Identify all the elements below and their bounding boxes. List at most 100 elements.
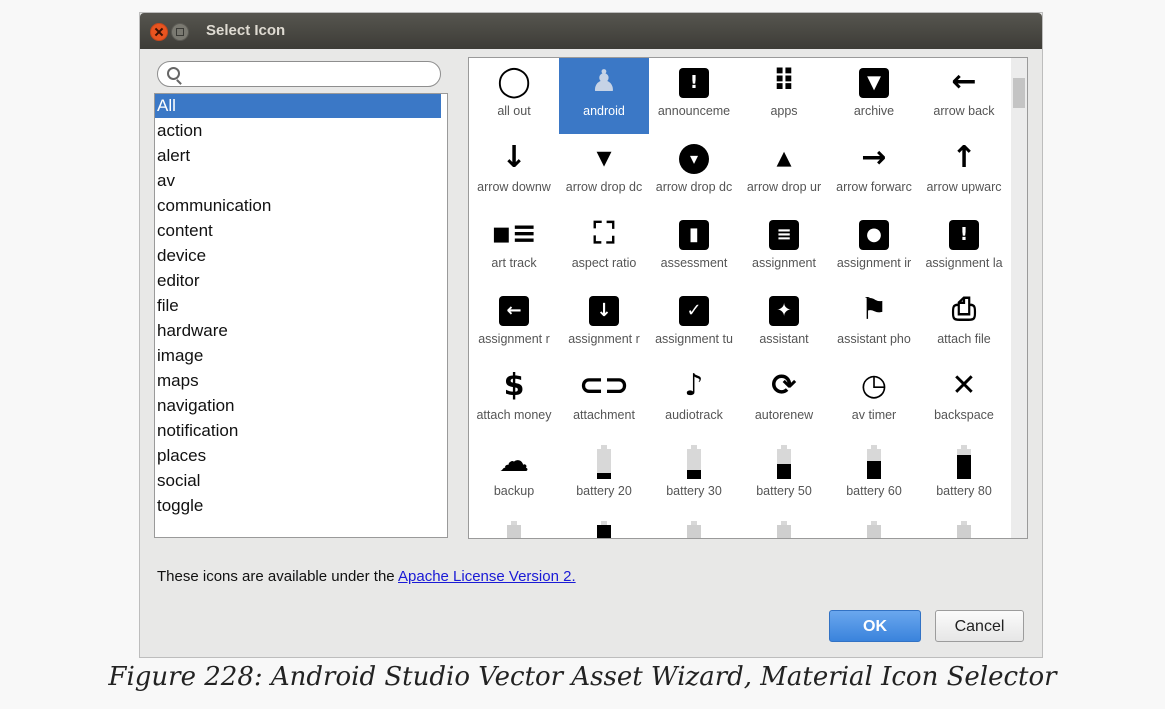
scrollbar-thumb[interactable] xyxy=(1013,78,1025,108)
icon-cell[interactable]: ▾ arrow drop dc xyxy=(649,134,739,210)
icon-label: all out xyxy=(497,104,531,118)
icon-label: arrow upwarc xyxy=(926,180,1002,194)
icon-label: arrow drop dc xyxy=(655,180,733,194)
icon-cell[interactable]: ▼ archive xyxy=(829,58,919,134)
category-item[interactable]: file xyxy=(155,294,441,318)
icon-grid-scrollbar[interactable] xyxy=(1011,58,1027,538)
icon-cell[interactable]: ! assignment la xyxy=(919,210,1009,286)
category-item[interactable]: editor xyxy=(155,269,441,293)
minimize-window-button[interactable] xyxy=(171,23,189,41)
category-item[interactable]: All xyxy=(155,94,441,118)
assignment-return-icon: ← xyxy=(469,292,559,328)
arrow-upward-icon: ↑ xyxy=(951,140,977,175)
icon-cell[interactable]: ☁ backup xyxy=(469,438,559,514)
icon-cell[interactable] xyxy=(469,514,559,538)
category-item[interactable]: device xyxy=(155,244,441,268)
icon-cell[interactable]: ⛶ aspect ratio xyxy=(559,210,649,286)
icon-cell[interactable]: ⎙ attach file xyxy=(919,286,1009,362)
icon-label: assessment xyxy=(660,256,728,270)
icon-cell[interactable] xyxy=(559,514,649,538)
category-item[interactable]: social xyxy=(155,469,441,493)
arrow-back-icon: ← xyxy=(951,64,977,99)
icon-cell[interactable]: ▴ arrow drop ur xyxy=(739,134,829,210)
apache-license-link[interactable]: Apache License Version 2. xyxy=(398,568,576,585)
icon-cell[interactable]: ▾ arrow drop dc xyxy=(559,134,649,210)
icon-label: av timer xyxy=(851,408,897,422)
icon-cell[interactable]: ← assignment r xyxy=(469,286,559,362)
icon-cell[interactable]: ! announceme xyxy=(649,58,739,134)
arrow-drop-down-circle-icon: ▾ xyxy=(649,140,739,176)
icon-cell[interactable]: ↑ arrow upwarc xyxy=(919,134,1009,210)
assessment-icon: ▮ xyxy=(649,216,739,252)
icon-cell[interactable]: ≡ assignment xyxy=(739,210,829,286)
icon-cell[interactable]: battery 60 xyxy=(829,438,919,514)
icon-cell[interactable]: battery 80 xyxy=(919,438,1009,514)
category-item[interactable]: action xyxy=(155,119,441,143)
category-item[interactable]: av xyxy=(155,169,441,193)
icon-cell[interactable] xyxy=(829,514,919,538)
icon-cell[interactable]: ✕ backspace xyxy=(919,362,1009,438)
icon-cell[interactable] xyxy=(739,514,829,538)
icon-cell[interactable]: ↓ assignment r xyxy=(559,286,649,362)
backup-icon: ☁ xyxy=(499,444,529,479)
icon-cell[interactable]: battery 50 xyxy=(739,438,829,514)
icon-cell[interactable]: ▮ assessment xyxy=(649,210,739,286)
ok-button[interactable]: OK xyxy=(829,610,921,642)
icon-cell[interactable] xyxy=(649,514,739,538)
apps-icon: ⠿ xyxy=(772,64,796,99)
icon-label: assistant pho xyxy=(837,332,911,346)
icon-label: arrow forwarc xyxy=(836,180,912,194)
archive-icon: ▼ xyxy=(829,64,919,100)
icon-cell[interactable]: → arrow forwarc xyxy=(829,134,919,210)
icon-cell[interactable]: ⊂⊃ attachment xyxy=(559,362,649,438)
category-item[interactable]: communication xyxy=(155,194,441,218)
icon-cell[interactable]: ▪≡ art track xyxy=(469,210,559,286)
icon-cell[interactable] xyxy=(919,514,1009,538)
icon-label: arrow drop ur xyxy=(746,180,822,194)
icon-cell[interactable]: ♟ android xyxy=(559,58,649,134)
category-item[interactable]: navigation xyxy=(155,394,441,418)
icon-cell[interactable]: $ attach money xyxy=(469,362,559,438)
icon-cell[interactable]: battery 20 xyxy=(559,438,649,514)
arrow-forward-icon: → xyxy=(861,140,887,175)
icon-cell[interactable]: ← arrow back xyxy=(919,58,1009,134)
category-item[interactable]: notification xyxy=(155,419,441,443)
search-input[interactable] xyxy=(186,65,430,85)
battery-icon xyxy=(559,520,649,538)
icon-cell[interactable]: ● assignment ir xyxy=(829,210,919,286)
icon-cell[interactable]: ♪ audiotrack xyxy=(649,362,739,438)
icon-label: assignment xyxy=(752,256,816,270)
icon-cell[interactable]: ◷ av timer xyxy=(829,362,919,438)
category-item[interactable]: image xyxy=(155,344,441,368)
category-item[interactable]: toggle xyxy=(155,494,441,518)
battery-20-icon xyxy=(559,444,649,480)
icon-label: battery 50 xyxy=(756,484,812,498)
battery-icon xyxy=(739,520,829,538)
icon-grid[interactable]: ◯ all out ♟ android! announceme ⠿ apps ▼ archive… xyxy=(468,57,1028,539)
category-item[interactable]: alert xyxy=(155,144,441,168)
icon-label: arrow drop dc xyxy=(565,180,643,194)
close-window-button[interactable] xyxy=(150,23,168,41)
assignment-turned-in-icon: ✓ xyxy=(649,292,739,328)
category-list[interactable]: All action alert av communication content devi… xyxy=(154,93,448,538)
icon-label: assignment la xyxy=(925,256,1003,270)
battery-icon xyxy=(469,520,559,538)
category-item[interactable]: places xyxy=(155,444,441,468)
icon-cell[interactable]: ⠿ apps xyxy=(739,58,829,134)
category-item[interactable]: content xyxy=(155,219,441,243)
icon-cell[interactable]: ↓ arrow downw xyxy=(469,134,559,210)
category-item[interactable]: maps xyxy=(155,369,441,393)
icon-cell[interactable]: battery 30 xyxy=(649,438,739,514)
icon-cell[interactable]: ⟳ autorenew xyxy=(739,362,829,438)
assignment-late-icon: ! xyxy=(919,216,1009,252)
arrow-drop-up-icon: ▴ xyxy=(776,140,792,175)
icon-cell[interactable]: ✦ assistant xyxy=(739,286,829,362)
icon-cell[interactable]: ◯ all out xyxy=(469,58,559,134)
icon-label: assignment r xyxy=(478,332,550,346)
battery-60-icon xyxy=(829,444,919,480)
category-item[interactable]: hardware xyxy=(155,319,441,343)
icon-cell[interactable]: ⚑ assistant pho xyxy=(829,286,919,362)
icon-cell[interactable]: ✓ assignment tu xyxy=(649,286,739,362)
cancel-button[interactable]: Cancel xyxy=(935,610,1024,642)
search-field[interactable] xyxy=(157,61,441,87)
